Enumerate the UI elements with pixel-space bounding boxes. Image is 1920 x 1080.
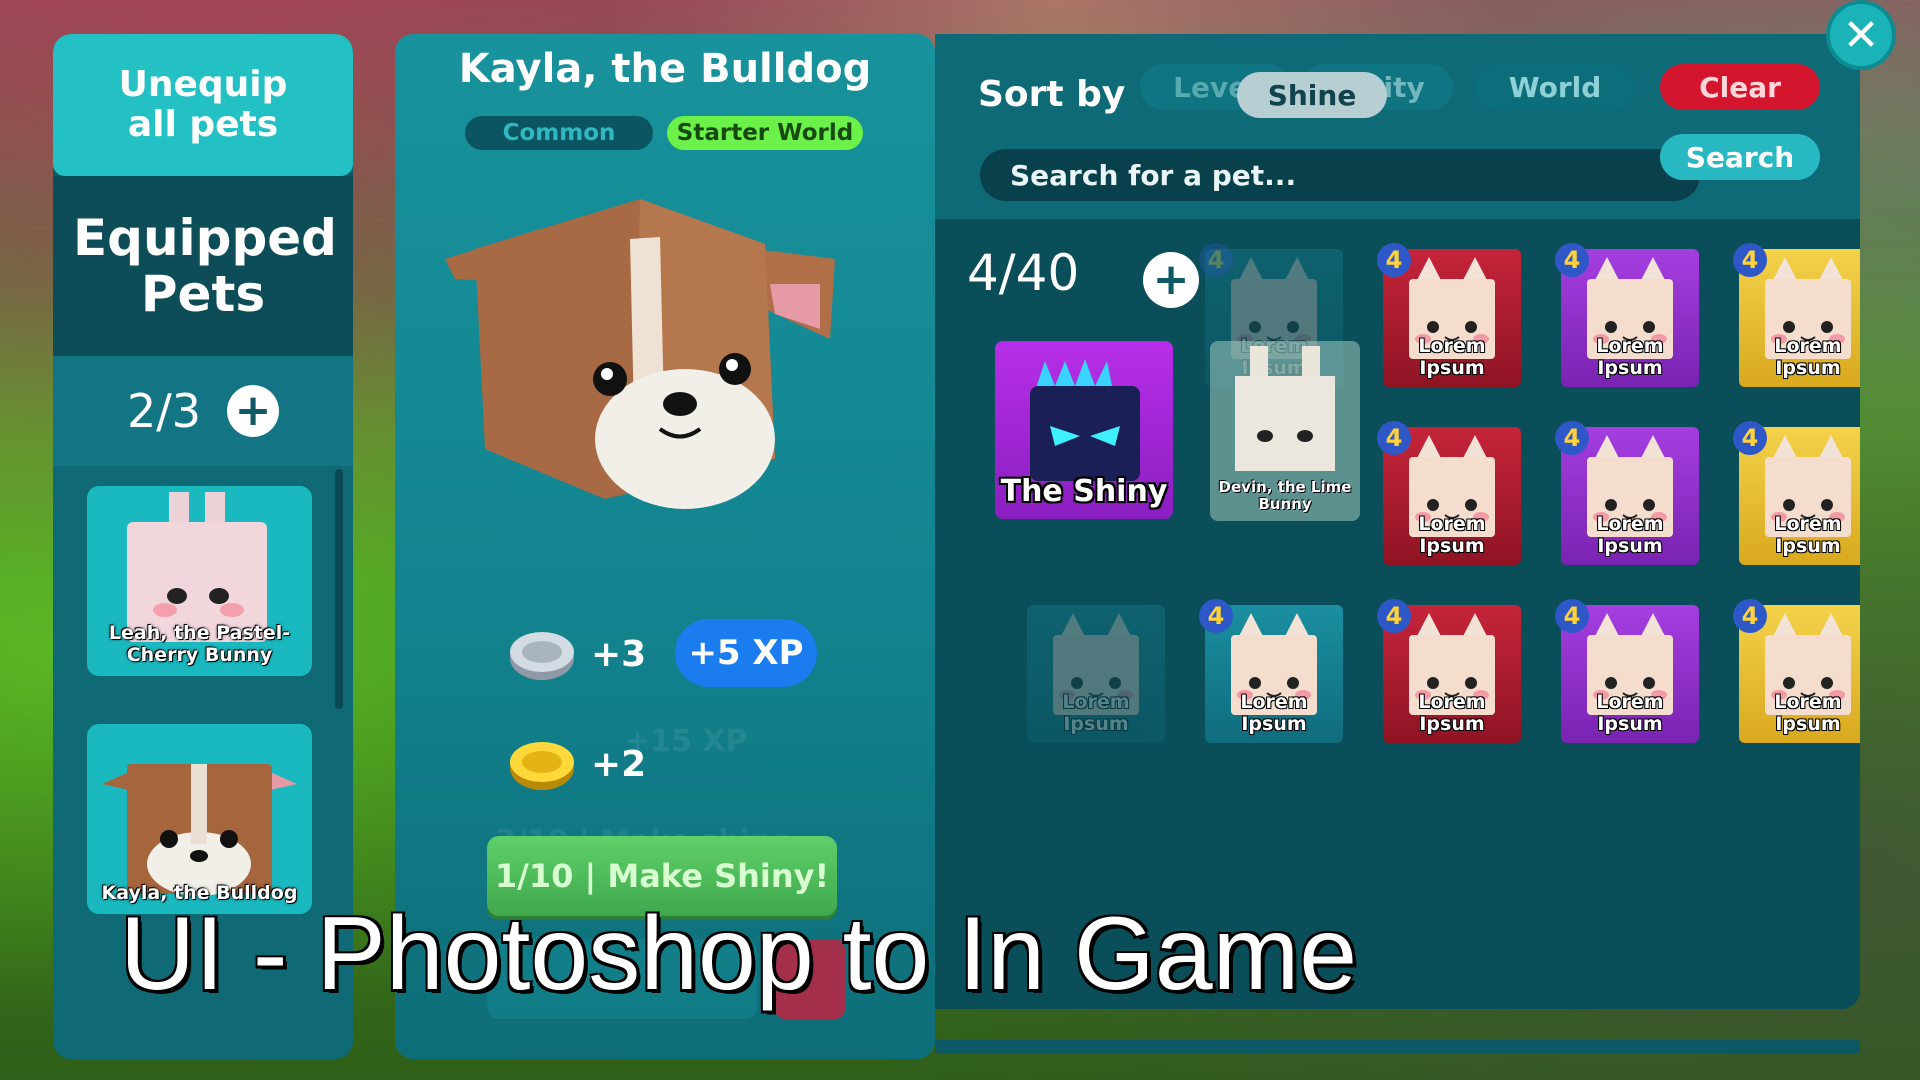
sort-clear-button[interactable]: Clear <box>1660 64 1820 110</box>
equipped-pet-name: Leah, the Pastel-Cherry Bunny <box>108 622 291 666</box>
level-badge: 4 <box>1733 243 1767 277</box>
inventory-count: 4/40 <box>967 244 1080 302</box>
close-button[interactable]: ✕ <box>1826 0 1896 70</box>
pet-search-input[interactable]: Search for a pet... <box>980 149 1700 201</box>
gold-stat-value: +2 <box>591 743 647 785</box>
pet-tile-name: Lorem Ipsum <box>1062 691 1130 735</box>
pet-inventory-panel: Sort by Level Rarity Shine World Clear S… <box>935 34 1860 1009</box>
equipped-pet-card[interactable]: Kayla, the Bulldog <box>87 724 312 914</box>
level-badge: 4 <box>1555 243 1589 277</box>
world-badge: Starter World <box>667 116 863 150</box>
pet-tile-name: Lorem Ipsum <box>1418 335 1486 379</box>
silver-stat: +3 <box>507 624 646 684</box>
sort-shine-button[interactable]: Shine <box>1237 72 1387 118</box>
sort-world-button[interactable]: World <box>1475 64 1635 110</box>
dragged-pet-tile[interactable]: Devin, the Lime Bunny <box>1210 341 1360 521</box>
search-button[interactable]: Search <box>1660 134 1820 180</box>
unequip-all-button[interactable]: Unequip all pets <box>53 34 353 176</box>
level-badge: 4 <box>1377 599 1411 633</box>
panel-bottom-edge <box>935 1040 1860 1054</box>
expand-inventory-button[interactable]: + <box>1143 252 1199 308</box>
equipped-pet-card[interactable]: Leah, the Pastel-Cherry Bunny <box>87 486 312 676</box>
level-badge: 4 <box>1199 243 1233 277</box>
xp-stat-badge: +5 XP <box>675 619 817 687</box>
level-badge: 4 <box>1733 421 1767 455</box>
equipped-count: 2/3 <box>126 384 202 438</box>
level-badge: 4 <box>1377 421 1411 455</box>
pet-tile-name: Lorem Ipsum <box>1774 691 1842 735</box>
level-badge: 4 <box>1555 599 1589 633</box>
level-badge: 4 <box>1733 599 1767 633</box>
pet-tile-name: Lorem Ipsum <box>1240 691 1308 735</box>
unequip-all-label: Unequip all pets <box>118 64 288 145</box>
equipped-pets-title-text: Equipped Pets <box>73 209 337 323</box>
pet-tile[interactable]: Lorem Ipsum <box>1027 605 1165 743</box>
bulldog-pet-preview-icon <box>445 199 835 509</box>
pet-tile-name: The Shiny <box>1000 474 1168 509</box>
sort-by-label: Sort by <box>978 74 1126 115</box>
add-equip-slot-button[interactable]: + <box>227 385 280 437</box>
silver-stat-value: +3 <box>591 633 647 675</box>
pet-tile-name: Lorem Ipsum <box>1596 513 1664 557</box>
pet-name-title: Kayla, the Bulldog <box>458 46 872 92</box>
level-badge: 4 <box>1199 599 1233 633</box>
pet-tile-name: Lorem Ipsum <box>1596 691 1664 735</box>
level-badge: 4 <box>1555 421 1589 455</box>
video-caption: UI - Photoshop to In Game <box>120 896 1358 1012</box>
equipped-list-scrollbar[interactable] <box>335 469 343 709</box>
pet-tile-name: Lorem Ipsum <box>1596 335 1664 379</box>
gold-coin-icon <box>510 742 574 790</box>
pet-tile-name: Lorem Ipsum <box>1418 691 1486 735</box>
equipped-count-row: 2/3 + <box>53 356 353 466</box>
pet-tile-the-shiny[interactable]: The Shiny <box>995 341 1173 519</box>
pet-tile-name: Lorem Ipsum <box>1774 335 1842 379</box>
pet-tile-name: Devin, the Lime Bunny <box>1218 478 1352 513</box>
gold-stat: +2 <box>507 734 646 794</box>
level-badge: 4 <box>1377 243 1411 277</box>
equipped-pets-title: Equipped Pets <box>53 176 353 356</box>
silver-coin-icon <box>510 632 574 680</box>
pet-tile-name: Lorem Ipsum <box>1418 513 1486 557</box>
pet-tile-name: Lorem Ipsum <box>1774 513 1842 557</box>
rarity-badge: Common <box>465 116 653 150</box>
